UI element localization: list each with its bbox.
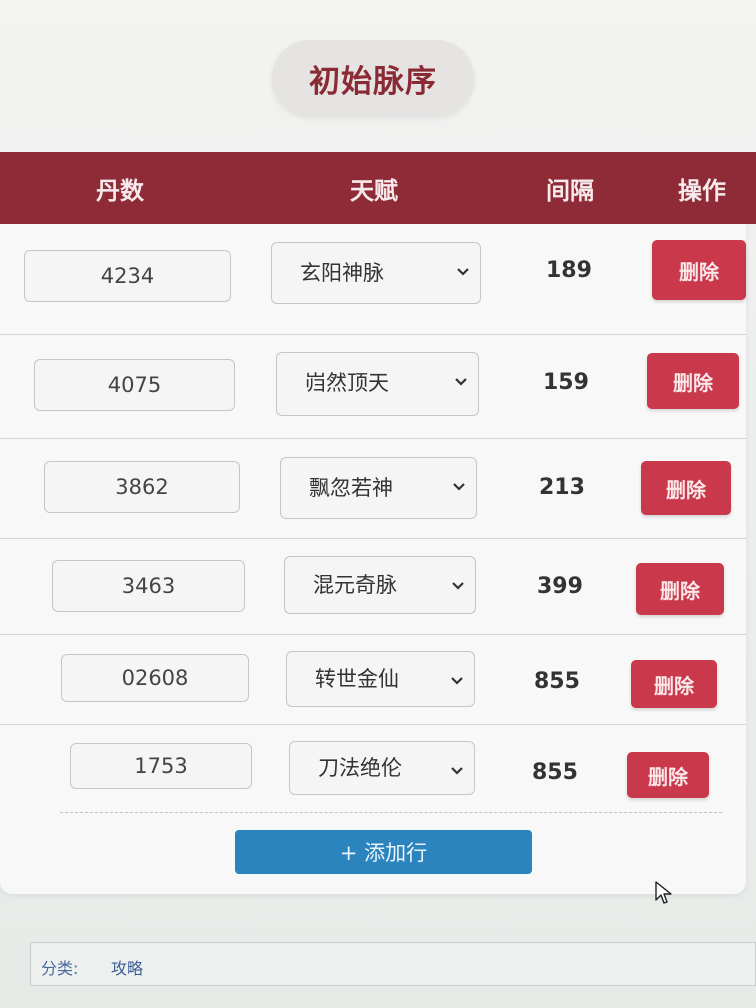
- talent-select[interactable]: 刀法绝伦: [289, 741, 475, 795]
- talent-select-value: 飘忽若神: [309, 476, 393, 500]
- interval-value: 855: [532, 760, 578, 785]
- pill-count-input[interactable]: 4075: [34, 359, 235, 411]
- talent-select-value: 玄阳神脉: [300, 261, 384, 285]
- header-action: 操作: [678, 176, 726, 205]
- interval-value: 855: [534, 669, 580, 694]
- mouse-pointer-icon: [655, 881, 672, 904]
- header-talent: 天赋: [350, 176, 398, 205]
- interval-value: 213: [539, 475, 585, 500]
- chevron-down-icon: [451, 767, 463, 775]
- delete-button[interactable]: 删除: [647, 353, 739, 409]
- category-link[interactable]: 攻略: [111, 955, 143, 979]
- pill-count-input[interactable]: 1753: [70, 743, 252, 789]
- talent-select-value: 转世金仙: [315, 667, 399, 691]
- chevron-down-icon: [457, 268, 469, 276]
- chevron-down-icon: [452, 582, 464, 590]
- category-bar: 分类: 攻略: [30, 942, 756, 986]
- interval-value: 189: [546, 258, 592, 283]
- delete-button[interactable]: 删除: [641, 461, 731, 515]
- divider: [60, 812, 722, 813]
- chevron-down-icon: [455, 378, 467, 386]
- talent-select-value: 岿然顶天: [305, 371, 389, 395]
- chevron-down-icon: [453, 483, 465, 491]
- header-interval: 间隔: [546, 176, 594, 205]
- pill-count-input[interactable]: 02608: [61, 654, 249, 702]
- pill-count-input[interactable]: 3862: [44, 461, 240, 513]
- add-row-button[interactable]: + 添加行: [235, 830, 532, 874]
- page-title: 初始脉序: [309, 63, 437, 100]
- delete-button[interactable]: 删除: [652, 240, 746, 300]
- chevron-down-icon: [451, 677, 463, 685]
- page: 初始脉序 丹数 天赋 间隔 操作 4234 玄阳神脉 189 删除 4075 岿…: [0, 0, 756, 1008]
- table-header: 丹数 天赋 间隔 操作: [0, 152, 756, 224]
- talent-select[interactable]: 转世金仙: [286, 651, 475, 707]
- talent-select-value: 刀法绝伦: [318, 756, 402, 780]
- talent-select[interactable]: 岿然顶天: [276, 352, 479, 416]
- talent-select-value: 混元奇脉: [313, 573, 397, 597]
- pill-count-input[interactable]: 3463: [52, 560, 245, 612]
- interval-value: 399: [537, 574, 583, 599]
- pill-count-input[interactable]: 4234: [24, 250, 231, 302]
- talent-select[interactable]: 飘忽若神: [280, 457, 477, 519]
- delete-button[interactable]: 删除: [627, 752, 709, 798]
- header-pill-count: 丹数: [96, 176, 144, 205]
- talent-select[interactable]: 玄阳神脉: [271, 242, 481, 304]
- delete-button[interactable]: 删除: [636, 563, 724, 615]
- title-pill: 初始脉序: [272, 40, 474, 116]
- category-label: 分类:: [41, 959, 79, 978]
- interval-value: 159: [543, 370, 589, 395]
- delete-button[interactable]: 删除: [631, 660, 717, 708]
- talent-select[interactable]: 混元奇脉: [284, 556, 476, 614]
